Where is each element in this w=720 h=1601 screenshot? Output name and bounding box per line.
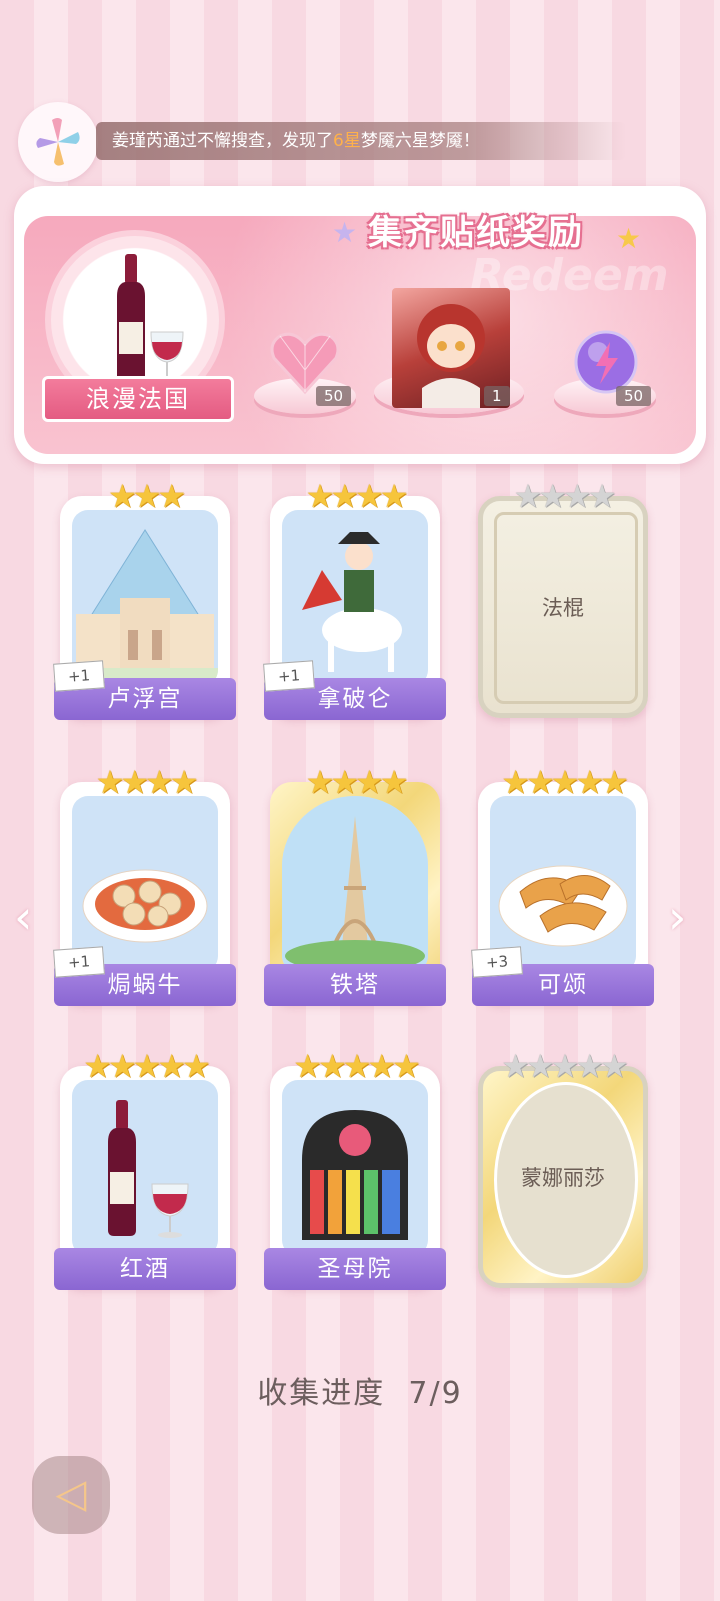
star-icon: ★ — [513, 477, 543, 515]
sticker-card[interactable]: 卢浮宫 +1 ★★★ — [53, 478, 236, 720]
star-icon: ★ — [157, 1047, 186, 1085]
star-icon: ★ — [550, 1047, 580, 1085]
progress-label: 收集进度 — [257, 1376, 386, 1411]
sticker-card[interactable]: 圣母院 ★★★★★ — [264, 1048, 446, 1290]
star-icon: ★ — [367, 1047, 396, 1085]
sticker-card[interactable]: 拿破仑 +1 ★★★★ — [263, 478, 446, 720]
star-icon: ★ — [107, 477, 137, 515]
card-name: 圣母院 — [264, 1248, 446, 1290]
card-artwork — [282, 510, 428, 686]
sticker-card[interactable]: 铁塔 ★★★★ — [264, 764, 446, 1006]
star-rating: ★★★★★ — [478, 764, 648, 800]
star-icon: ★ — [355, 763, 384, 801]
card-artwork — [490, 796, 636, 972]
star-icon: ★ — [575, 763, 604, 801]
star-icon: ★ — [550, 763, 580, 801]
card-name: 蒙娜丽莎 — [521, 1166, 605, 1190]
star-icon: ★ — [330, 763, 359, 801]
reward-count-2: 1 — [484, 386, 510, 406]
star-rating: ★★★★★ — [60, 1048, 230, 1084]
card-artwork — [72, 1080, 218, 1256]
pinwheel-logo-icon — [36, 118, 80, 166]
star-icon: ★ — [305, 477, 335, 515]
reward-title: 集齐贴纸奖励 — [368, 213, 584, 253]
star-icon: ★ — [501, 1047, 530, 1085]
star-icon: ★ — [120, 763, 149, 801]
progress-value: 7/9 — [408, 1376, 463, 1411]
chevron-left-icon[interactable]: ‹ — [14, 890, 32, 944]
star-rating: ★★★ — [60, 478, 230, 514]
star-icon: ★ — [355, 477, 384, 515]
star-icon: ★ — [132, 477, 162, 515]
star-icon: ★ — [83, 1047, 112, 1085]
news-suffix: 梦魇六星梦魇！ — [360, 131, 480, 151]
news-prefix: 姜瑾芮通过不懈搜查，发现了 — [112, 131, 333, 151]
star-icon: ★ — [379, 477, 409, 515]
star-icon: ★ — [157, 477, 186, 515]
card-name: 红酒 — [54, 1248, 236, 1290]
star-icon: ★ — [575, 1047, 604, 1085]
duplicate-count-badge: +1 — [53, 946, 105, 978]
star-icon: ★ — [600, 763, 629, 801]
star-icon: ★ — [538, 477, 567, 515]
star-icon: ★ — [169, 763, 199, 801]
lavender-star-icon: ★ — [332, 216, 358, 249]
star-icon: ★ — [293, 1047, 322, 1085]
star-icon: ★ — [317, 1047, 347, 1085]
star-icon: ★ — [145, 763, 174, 801]
duplicate-count-badge: +1 — [53, 660, 105, 692]
card-name: 铁塔 — [264, 964, 446, 1006]
sticker-card[interactable]: 蒙娜丽莎 ★★★★★ — [478, 1048, 648, 1288]
star-icon: ★ — [525, 763, 555, 801]
chevron-right-icon[interactable]: › — [668, 890, 686, 944]
back-button[interactable]: ◁ — [32, 1456, 110, 1534]
star-icon: ★ — [600, 1047, 629, 1085]
yellow-star-icon: ★ — [616, 222, 642, 255]
duplicate-count-badge: +1 — [263, 660, 315, 692]
star-icon: ★ — [182, 1047, 211, 1085]
star-rating: ★★★★★ — [270, 1048, 440, 1084]
card-artwork — [282, 1080, 428, 1256]
star-icon: ★ — [305, 763, 335, 801]
star-icon: ★ — [107, 1047, 137, 1085]
collection-progress: 收集进度 7/9 — [0, 1368, 720, 1412]
star-icon: ★ — [525, 1047, 555, 1085]
sticker-card[interactable]: 法棍 ★★★★ — [478, 478, 648, 718]
star-icon: ★ — [392, 1047, 421, 1085]
star-icon: ★ — [95, 763, 125, 801]
card-artwork — [72, 796, 218, 972]
reward-count-3: 50 — [616, 386, 652, 406]
star-rating: ★★★★ — [270, 478, 440, 514]
card-artwork — [72, 510, 218, 686]
reward-count-1: 50 — [316, 386, 352, 406]
sticker-card[interactable]: 红酒 ★★★★★ — [54, 1048, 236, 1290]
star-icon: ★ — [132, 1047, 162, 1085]
duplicate-count-badge: +3 — [471, 946, 523, 978]
star-icon: ★ — [563, 477, 592, 515]
star-rating: ★★★★ — [60, 764, 230, 800]
star-icon: ★ — [342, 1047, 372, 1085]
news-highlight: 6星 — [333, 131, 361, 151]
card-artwork — [282, 796, 428, 972]
star-icon: ★ — [330, 477, 359, 515]
star-rating: ★★★★ — [478, 478, 648, 514]
star-icon: ★ — [501, 763, 530, 801]
card-name: 法棍 — [542, 596, 584, 620]
back-arrow-icon: ◁ — [55, 1471, 87, 1517]
star-rating: ★★★★★ — [478, 1048, 648, 1084]
star-rating: ★★★★ — [270, 764, 440, 800]
sticker-card[interactable]: 焗蜗牛 +1 ★★★★ — [53, 764, 236, 1006]
star-icon: ★ — [587, 477, 617, 515]
sticker-card[interactable]: 可颂 +3 ★★★★★ — [471, 764, 654, 1006]
star-icon: ★ — [379, 763, 409, 801]
set-name-label: 浪漫法国 — [42, 376, 234, 422]
app-logo — [18, 102, 98, 182]
news-ticker: 姜瑾芮通过不懈搜查，发现了6星梦魇六星梦魇！ — [96, 122, 626, 160]
